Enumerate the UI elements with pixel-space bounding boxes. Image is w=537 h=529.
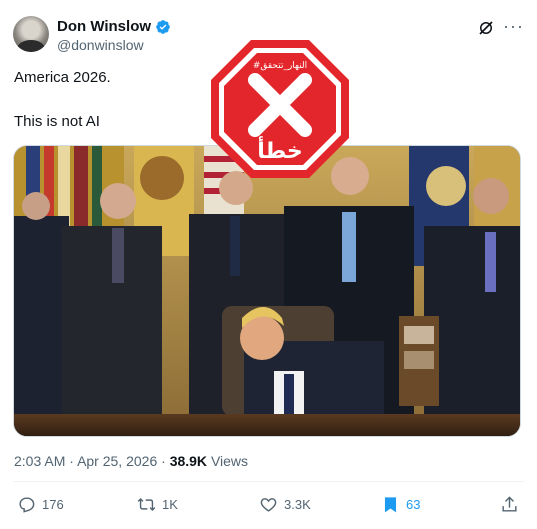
views-label: Views bbox=[210, 453, 249, 469]
avatar[interactable] bbox=[13, 16, 49, 52]
more-icon[interactable]: ··· bbox=[503, 17, 523, 38]
reply-count: 176 bbox=[42, 497, 64, 512]
verified-badge-icon bbox=[156, 19, 170, 34]
reply-button[interactable]: 176 bbox=[17, 495, 64, 514]
share-icon bbox=[502, 496, 517, 512]
tweet-time[interactable]: 2:03 AM bbox=[14, 453, 65, 469]
meta-separator: · bbox=[161, 453, 166, 469]
repost-icon bbox=[137, 497, 156, 512]
false-verdict-stamp: #النهار_تتحقق خطأ bbox=[211, 40, 349, 178]
tweet-line-2: This is not AI bbox=[14, 113, 100, 130]
grok-icon[interactable] bbox=[477, 19, 495, 37]
tweet-date[interactable]: Apr 25, 2026 bbox=[77, 453, 157, 469]
bookmark-icon bbox=[384, 497, 397, 513]
meta-separator: · bbox=[69, 453, 74, 469]
author-name[interactable]: Don Winslow bbox=[57, 18, 151, 35]
tweet-line-1: America 2026. bbox=[14, 69, 111, 86]
author-handle[interactable]: @donwinslow bbox=[57, 37, 144, 53]
bookmark-button[interactable]: 63 bbox=[381, 495, 420, 514]
repost-count: 1K bbox=[162, 497, 178, 512]
tweet-text: America 2026. This is not AI bbox=[14, 68, 111, 132]
like-count: 3.3K bbox=[284, 497, 311, 512]
oval-office-photo bbox=[14, 146, 520, 436]
bookmark-count: 63 bbox=[406, 497, 421, 512]
action-bar: 176 1K 3.3K 63 bbox=[17, 495, 522, 519]
like-icon bbox=[260, 498, 277, 512]
views-count: 38.9K bbox=[169, 453, 208, 469]
like-button[interactable]: 3.3K bbox=[259, 495, 311, 514]
stamp-verdict: خطأ bbox=[257, 135, 303, 164]
share-button[interactable] bbox=[500, 495, 519, 514]
stamp-hashtag: #النهار_تتحقق bbox=[253, 61, 307, 71]
reply-icon bbox=[19, 497, 35, 513]
tweet-meta: 2:03 AM · Apr 25, 2026 · 38.9K Views bbox=[14, 453, 248, 469]
tweet-media-image[interactable] bbox=[13, 145, 521, 437]
author-name-row: Don Winslow bbox=[57, 18, 171, 35]
repost-button[interactable]: 1K bbox=[137, 495, 178, 514]
divider bbox=[13, 481, 524, 482]
